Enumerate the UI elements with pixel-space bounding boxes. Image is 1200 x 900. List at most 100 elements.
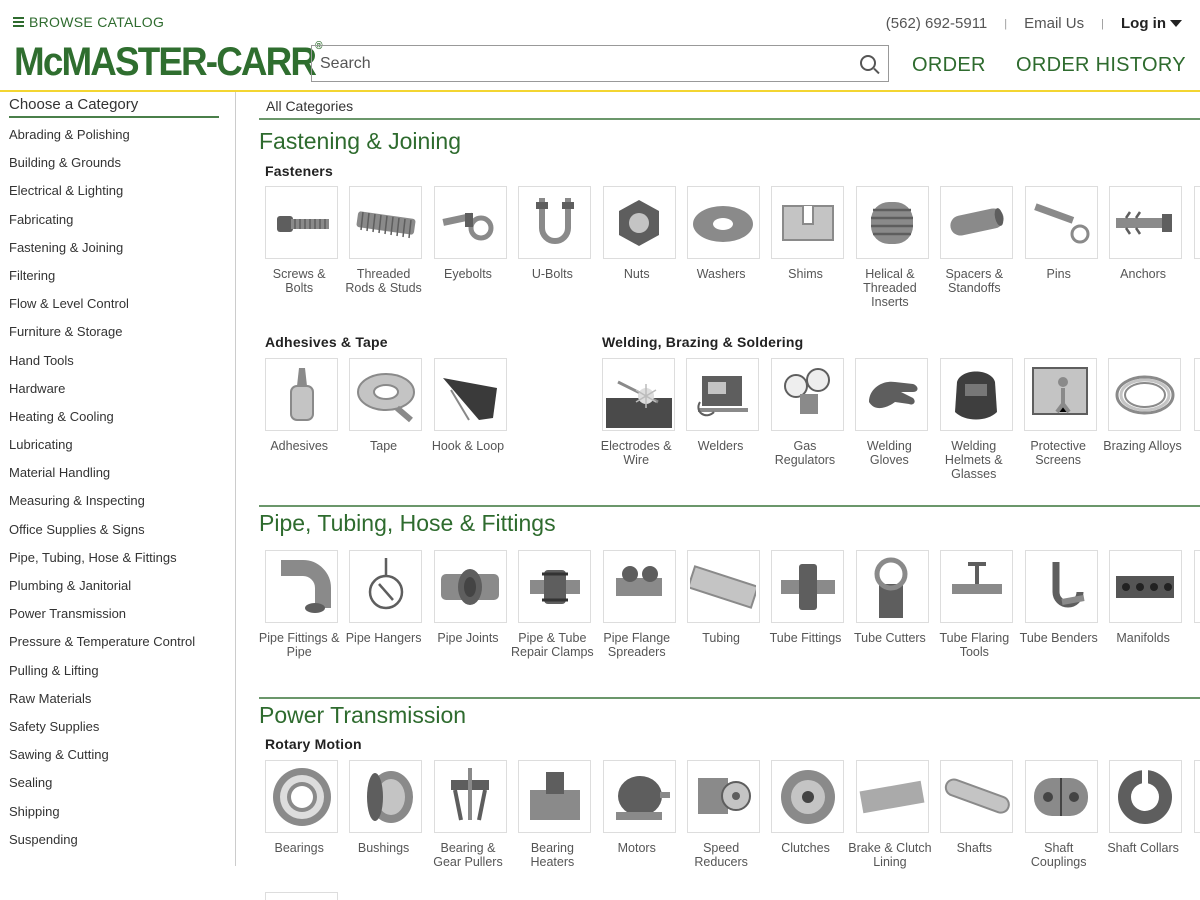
welder-icon[interactable] [686, 358, 760, 431]
tubing-icon[interactable] [686, 550, 760, 623]
product-tile[interactable]: Nuts [597, 186, 681, 309]
anchor-icon[interactable] [1108, 186, 1182, 259]
nut-icon[interactable] [602, 186, 676, 259]
product-tile[interactable]: Shafts [934, 760, 1018, 869]
breadcrumb[interactable]: All Categories [266, 98, 353, 114]
pipe-hanger-icon[interactable] [349, 550, 423, 623]
category-link[interactable]: Electrical & Lighting [9, 183, 195, 211]
product-tile-label[interactable]: Pipe Hangers [342, 631, 426, 645]
screw-icon[interactable] [265, 186, 338, 259]
product-tile-label[interactable]: Brake & Clutch Lining [848, 841, 932, 869]
product-tile-label[interactable]: Manifolds [1101, 631, 1185, 645]
product-tile-label[interactable]: Shafts [932, 841, 1016, 855]
shaft-collar-icon[interactable] [1108, 760, 1182, 833]
product-tile-label[interactable]: Spacers & Standoffs [932, 267, 1016, 295]
product-tile-label[interactable]: Hook & Loop [426, 439, 510, 453]
product-tile[interactable]: U-Bolts [512, 186, 596, 309]
protective-screen-icon[interactable] [1023, 358, 1097, 431]
product-tile[interactable]: Shaft Couplings [1019, 760, 1103, 869]
manifold-icon[interactable] [1108, 550, 1182, 623]
product-tile-label[interactable]: Anchors [1101, 267, 1185, 281]
category-link[interactable]: Hand Tools [9, 353, 195, 381]
category-link[interactable]: Heating & Cooling [9, 409, 195, 437]
product-tile[interactable]: Pins [1019, 186, 1103, 309]
product-tile[interactable]: Bearing & Gear Pullers [428, 760, 512, 869]
product-tile-label[interactable]: Shaft Couplings [1017, 841, 1101, 869]
product-tile[interactable]: Speed Reducers [681, 760, 765, 869]
product-tile[interactable]: Welders [680, 358, 764, 481]
product-tile[interactable]: Hook & Loop [428, 358, 512, 453]
category-link[interactable]: Safety Supplies [9, 719, 195, 747]
product-tile[interactable]: Manifolds [1103, 550, 1187, 659]
product-tile-label[interactable]: Bearings [259, 841, 341, 855]
product-tile-label[interactable]: Protective Screens [1016, 439, 1100, 467]
product-tile[interactable]: Bushings [343, 760, 427, 869]
product-tile[interactable]: Pipe Fittings & Pipe [259, 550, 343, 659]
product-tile-label[interactable]: Washers [679, 267, 763, 281]
speed-reducer-icon[interactable] [686, 760, 760, 833]
product-tile-label[interactable]: Bearing & Gear Pullers [426, 841, 510, 869]
category-link[interactable]: Flow & Level Control [9, 296, 195, 324]
product-tile-label[interactable]: Tape [342, 439, 426, 453]
log-in-button[interactable]: Log in [1121, 15, 1182, 32]
product-tile-label[interactable]: Tubing [679, 631, 763, 645]
category-link[interactable]: Sawing & Cutting [9, 747, 195, 775]
category-link[interactable]: Material Handling [9, 465, 195, 493]
product-tile-label[interactable]: Shims [764, 267, 848, 281]
tube-bender-icon[interactable] [1024, 550, 1098, 623]
product-tile[interactable]: Spacers & Standoffs [934, 186, 1018, 309]
clutch-icon[interactable] [771, 760, 845, 833]
category-link[interactable]: Office Supplies & Signs [9, 522, 195, 550]
category-link[interactable]: Fabricating [9, 212, 195, 240]
product-tile[interactable]: Pipe Hangers [343, 550, 427, 659]
product-tile[interactable]: Tape [343, 358, 427, 453]
product-tile[interactable]: Motors [597, 760, 681, 869]
category-link[interactable]: Sealing [9, 775, 195, 803]
product-tile[interactable]: Welding Gloves [849, 358, 933, 481]
category-link[interactable]: Power Transmission [9, 606, 195, 634]
product-tile-label[interactable]: Speed Reducers [679, 841, 763, 869]
product-tile-label[interactable]: Bushings [342, 841, 426, 855]
product-tile[interactable]: Bearings [259, 760, 343, 869]
product-tile[interactable]: Tube Flaring Tools [934, 550, 1018, 659]
product-tile-label[interactable]: Pipe Fittings & Pipe [259, 631, 341, 659]
product-tile-label[interactable]: Pipe Joints [426, 631, 510, 645]
product-tile-label[interactable]: U-Bolts [510, 267, 594, 281]
tube-fitting-icon[interactable] [771, 550, 845, 623]
section-title[interactable]: Power Transmission [259, 702, 466, 729]
bearing-heater-icon[interactable] [518, 760, 592, 833]
section-title[interactable]: Fastening & Joining [259, 128, 461, 155]
product-tile-label[interactable]: Welding Helmets & Glasses [932, 439, 1016, 481]
motor-icon[interactable] [602, 760, 676, 833]
category-link[interactable]: Pressure & Temperature Control [9, 634, 195, 662]
gas-regulator-icon[interactable] [770, 358, 844, 431]
product-tile-label[interactable]: Brazing Alloys [1101, 439, 1185, 453]
email-us-link[interactable]: Email Us [1024, 15, 1084, 32]
product-tile[interactable]: Shims [765, 186, 849, 309]
product-tile-label[interactable]: Shaft Collars [1101, 841, 1185, 855]
product-tile-label[interactable]: Welders [679, 439, 763, 453]
spacer-icon[interactable] [940, 186, 1014, 259]
product-tile-label[interactable]: Tube Benders [1017, 631, 1101, 645]
repair-clamp-icon[interactable] [518, 550, 592, 623]
category-link[interactable]: Suspending [9, 832, 195, 860]
electrode-icon[interactable] [602, 358, 675, 431]
product-tile[interactable]: Eyebolts [428, 186, 512, 309]
order-history-link[interactable]: ORDER HISTORY [1016, 54, 1186, 77]
product-tile[interactable]: Shaft Collars [1103, 760, 1187, 869]
product-tile[interactable]: Helical & Threaded Inserts [850, 186, 934, 309]
product-tile-label[interactable]: Tube Fittings [764, 631, 848, 645]
bearing-icon[interactable] [265, 760, 338, 833]
product-tile[interactable]: Bearing Heaters [512, 760, 596, 869]
group-title[interactable]: Welding, Brazing & Soldering [602, 334, 803, 350]
tape-roll-icon[interactable] [349, 358, 423, 431]
u-bolt-icon[interactable] [518, 186, 592, 259]
category-link[interactable]: Pipe, Tubing, Hose & Fittings [9, 550, 195, 578]
product-tile[interactable]: Tube Fittings [765, 550, 849, 659]
brazing-coil-icon[interactable] [1108, 358, 1182, 431]
product-tile[interactable]: Protective Screens [1018, 358, 1102, 481]
product-tile-label[interactable]: Eyebolts [426, 267, 510, 281]
category-link[interactable]: Plumbing & Janitorial [9, 578, 195, 606]
eyebolt-icon[interactable] [433, 186, 507, 259]
group-title[interactable]: Fasteners [265, 163, 333, 179]
